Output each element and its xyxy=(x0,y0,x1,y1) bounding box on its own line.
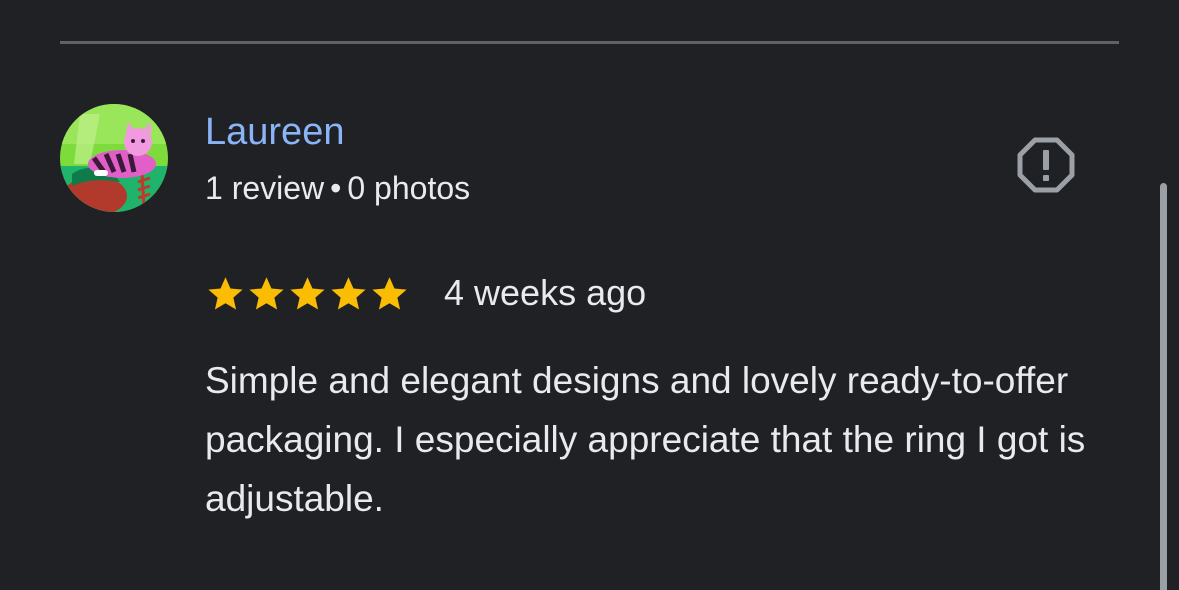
star-icon xyxy=(249,276,284,310)
review-time: 4 weeks ago xyxy=(444,272,647,313)
cat-avatar-image xyxy=(60,104,168,212)
review-card: Laureen 1 review • 0 photos 4 weeks ago Si… xyxy=(0,0,1179,590)
review-text: Simple and elegant designs and lovely re… xyxy=(205,360,1086,519)
reviewer-stats[interactable]: 1 review • 0 photos xyxy=(205,170,470,206)
star-icon xyxy=(331,276,366,310)
star-rating xyxy=(205,273,410,314)
star-icon xyxy=(208,276,243,310)
photo-count: 0 photos xyxy=(347,170,471,206)
reviewer-avatar[interactable] xyxy=(60,104,168,212)
star-icon xyxy=(372,276,407,310)
review-count: 1 review xyxy=(205,170,325,206)
reviewer-name[interactable]: Laureen xyxy=(205,111,344,153)
scrollbar[interactable] xyxy=(1160,183,1167,590)
report-flag-icon xyxy=(1017,137,1075,193)
rating-row: 4 weeks ago xyxy=(205,270,646,316)
star-icon xyxy=(290,276,325,310)
divider xyxy=(60,41,1119,44)
report-review-button[interactable] xyxy=(1016,136,1076,194)
meta-separator: • xyxy=(330,170,342,206)
